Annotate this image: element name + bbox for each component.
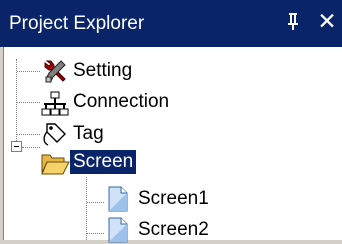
project-tree[interactable]: Setting Connection Tag Screen Screen1 Sc… — [3, 47, 342, 243]
tree-connector — [86, 177, 87, 240]
panel-title: Project Explorer — [9, 13, 145, 34]
folder-open-icon — [41, 154, 70, 175]
close-button[interactable]: ✕ — [316, 8, 338, 34]
collapse-toggle[interactable] — [11, 141, 22, 152]
close-icon: ✕ — [317, 8, 337, 34]
document-icon — [108, 186, 128, 212]
tree-item-label: Screen1 — [138, 188, 209, 209]
tree-item-label: Screen — [70, 150, 137, 174]
network-icon — [41, 91, 69, 116]
tree-item-label: Setting — [73, 60, 133, 81]
tree-connector — [87, 202, 104, 203]
tree-item-label: Tag — [73, 123, 104, 144]
tree-item-label: Screen2 — [138, 219, 209, 240]
tree-connector — [17, 134, 40, 135]
tree-connector — [17, 71, 40, 72]
tag-icon — [43, 123, 66, 146]
pin-icon — [288, 13, 298, 30]
tree-item-label: Connection — [73, 91, 170, 112]
tree-connector — [17, 102, 40, 103]
project-explorer-panel: Project Explorer ✕ Setting Connection Ta… — [0, 0, 342, 243]
pin-button[interactable] — [282, 8, 304, 34]
tree-connector — [87, 233, 104, 234]
tree-connector — [22, 147, 40, 148]
panel-title-bar: Project Explorer ✕ — [0, 0, 342, 47]
tools-icon — [44, 60, 66, 83]
